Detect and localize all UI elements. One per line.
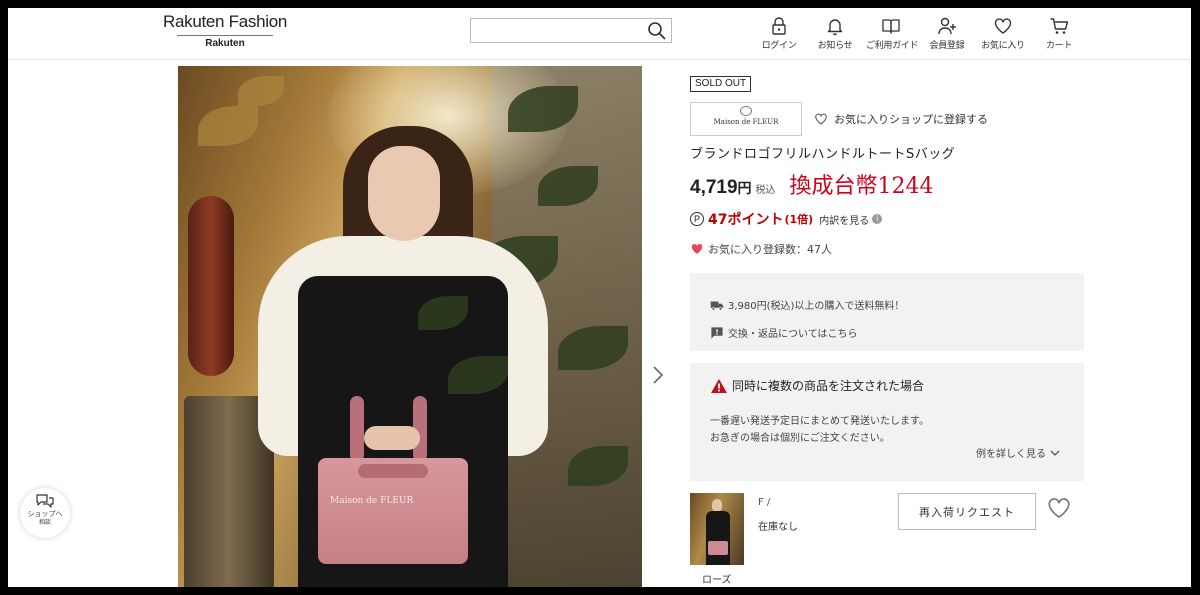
site-header: Rakuten Fashion Rakuten ログイン お知らせ ご利用ガイド… <box>8 8 1191 60</box>
points-rate: (1倍) <box>784 213 814 226</box>
nav-cart-label: カート <box>1045 41 1073 51</box>
nav-notifications[interactable]: お知らせ <box>810 14 860 54</box>
search-icon[interactable] <box>647 21 667 41</box>
lock-icon <box>772 17 786 35</box>
points-detail-link[interactable]: 内訳を見る <box>819 212 869 227</box>
multi-order-line1: 一番遅い発送予定日にまとめて発送いたします。 <box>710 416 929 427</box>
cart-icon <box>1050 18 1069 34</box>
nav-guide[interactable]: ご利用ガイド <box>866 14 919 54</box>
free-shipping-row: 3,980円(税込)以上の購入で送料無料！ <box>710 297 904 312</box>
variant-favorite-heart-icon[interactable] <box>1046 495 1072 521</box>
photo-bag-bow <box>358 464 428 478</box>
twd-price-overlay: 換成台幣1244 <box>789 174 934 199</box>
shipping-info-panel: 3,980円(税込)以上の購入で送料無料！ 交換・返品についてはこちら <box>690 273 1084 351</box>
nav-register-label: 会員登録 <box>929 41 965 51</box>
message-alert-icon <box>711 326 723 339</box>
multi-order-line2: お急ぎの場合は個別にご注文ください。 <box>710 433 890 444</box>
nav-favorites[interactable]: お気に入り <box>978 14 1028 54</box>
browser-viewport: Rakuten Fashion Rakuten ログイン お知らせ ご利用ガイド… <box>8 8 1191 587</box>
shop-consult-button[interactable]: ショップへ 相談 <box>20 488 70 538</box>
price-row: 4,719 円 税込 換成台幣1244 <box>690 168 934 200</box>
points-value: 47ポイント <box>708 212 784 228</box>
nav-cart[interactable]: カート <box>1034 14 1084 54</box>
nav-notifications-label: お知らせ <box>817 41 853 51</box>
chat-label-line2: 相談 <box>38 519 51 526</box>
search-input[interactable] <box>471 19 641 42</box>
heart-filled-icon <box>691 244 703 254</box>
favorite-shop-link[interactable]: お気に入りショップに登録する <box>814 111 988 127</box>
points-row: P 47ポイント (1倍) 内訳を見る i <box>690 209 883 229</box>
warning-icon <box>711 378 727 393</box>
chevron-down-icon <box>1050 450 1060 456</box>
free-shipping-text: 3,980円(税込)以上の購入で送料無料！ <box>728 301 905 312</box>
sold-out-badge: SOLD OUT <box>690 76 752 92</box>
nav-guide-label: ご利用ガイド <box>866 41 919 51</box>
search-box <box>470 18 672 43</box>
brand-logo[interactable]: Maison de FLEUR <box>690 102 802 136</box>
favorite-count-label: お気に入り登録数：47人 <box>708 243 832 256</box>
tax-label: 税込 <box>755 185 776 196</box>
chat-bubble-icon <box>36 494 54 508</box>
thumb-bag <box>708 541 728 555</box>
show-example-label: 例を詳しく見る <box>976 449 1046 460</box>
multi-order-title: 同時に複数の商品を注文された場合 <box>710 377 924 394</box>
restock-request-button[interactable]: 再入荷リクエスト <box>898 493 1036 530</box>
heart-icon <box>994 18 1012 34</box>
thumb-model-dress <box>706 511 730 565</box>
variant-size: F / <box>758 497 771 508</box>
returns-row[interactable]: 交換・返品についてはこちら <box>710 325 858 340</box>
variant-thumbnail[interactable] <box>690 493 744 565</box>
product-main-image[interactable]: Maison de FLEUR <box>178 66 642 587</box>
multi-order-title-text: 同時に複数の商品を注文された場合 <box>732 379 925 393</box>
nav-login[interactable]: ログイン <box>754 14 804 54</box>
truck-icon <box>710 301 724 311</box>
nav-login-label: ログイン <box>761 41 797 51</box>
variant-color-label: ローズ <box>702 575 732 586</box>
favorite-count: お気に入り登録数：47人 <box>690 241 832 257</box>
logo-divider <box>177 35 273 36</box>
price-unit: 円 <box>737 180 752 196</box>
brand-logo-text: Maison de FLEUR <box>713 118 779 126</box>
photo-model-hands <box>364 426 420 450</box>
book-icon <box>882 19 900 34</box>
multi-order-notice: 同時に複数の商品を注文された場合 一番遅い発送予定日にまとめて発送いたします。 … <box>690 363 1084 481</box>
favorite-shop-label: お気に入りショップに登録する <box>834 113 988 126</box>
photo-bag-handle <box>350 396 364 462</box>
user-add-icon <box>938 17 956 35</box>
chat-label-line1: ショップへ <box>27 510 63 518</box>
heart-outline-icon <box>815 113 827 125</box>
next-image-arrow[interactable] <box>651 364 665 386</box>
show-example-link[interactable]: 例を詳しく見る <box>976 445 1060 460</box>
returns-link[interactable]: 交換・返品についてはこちら <box>728 325 858 340</box>
nav-favorites-label: お気に入り <box>981 41 1025 51</box>
brand-emblem-icon <box>740 106 752 116</box>
points-p-icon: P <box>690 212 704 226</box>
info-icon[interactable]: i <box>872 214 883 224</box>
price-value: 4,719 <box>690 177 738 198</box>
photo-bag-print: Maison de FLEUR <box>330 496 414 506</box>
nav-register[interactable]: 会員登録 <box>922 14 972 54</box>
site-logo[interactable]: Rakuten Fashion Rakuten <box>156 12 294 49</box>
bell-icon <box>827 19 843 36</box>
photo-copper-pan <box>188 196 234 376</box>
header-nav: ログイン お知らせ ご利用ガイド 会員登録 お気に入り カート <box>754 14 1084 54</box>
variant-stock-status: 在庫なし <box>758 522 798 533</box>
logo-main-text: Rakuten Fashion <box>162 12 288 31</box>
photo-leaf <box>198 106 258 146</box>
product-title: ブランドロゴフリルハンドルトートSバッグ <box>690 147 956 162</box>
photo-leaf <box>238 76 284 106</box>
logo-sub-text: Rakuten <box>205 38 245 49</box>
photo-model-face <box>368 146 440 241</box>
